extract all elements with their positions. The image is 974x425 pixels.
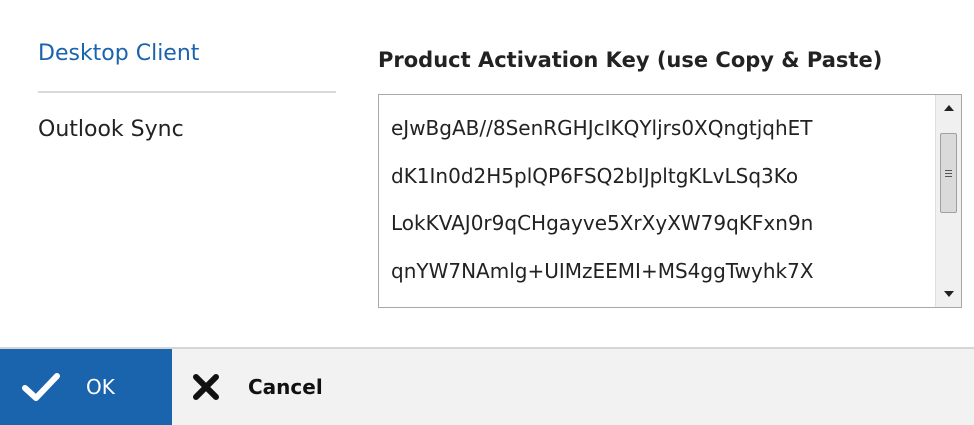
activation-key-text[interactable]: eJwBgAB//8SenRGHJcIKQYljrs0XQngtjqhET dK… bbox=[391, 105, 939, 295]
activation-dialog: Desktop Client Outlook Sync Product Acti… bbox=[0, 0, 974, 425]
ok-button[interactable]: OK bbox=[0, 349, 172, 425]
cancel-button[interactable]: Cancel bbox=[192, 349, 323, 425]
checkmark-icon bbox=[22, 373, 60, 401]
dialog-content: Desktop Client Outlook Sync Product Acti… bbox=[0, 0, 974, 347]
scroll-up-button[interactable] bbox=[936, 95, 961, 121]
vertical-scrollbar[interactable] bbox=[935, 95, 961, 307]
arrow-down-icon bbox=[943, 291, 954, 297]
key-line: qnYW7NAmlg+UIMzEEMI+MS4ggTwyhk7X bbox=[391, 258, 814, 283]
arrow-up-icon bbox=[943, 105, 954, 111]
key-line: eJwBgAB//8SenRGHJcIKQYljrs0XQngtjqhET bbox=[391, 116, 813, 140]
cancel-label: Cancel bbox=[248, 375, 323, 399]
ok-label: OK bbox=[86, 375, 115, 399]
nav-divider bbox=[38, 91, 336, 93]
nav-item-desktop-client[interactable]: Desktop Client bbox=[38, 40, 336, 91]
key-line: dK1In0d2H5plQP6FSQ2bIJpltgKLvLSq3Ko bbox=[391, 163, 799, 188]
activation-key-textarea[interactable]: eJwBgAB//8SenRGHJcIKQYljrs0XQngtjqhET dK… bbox=[378, 94, 962, 308]
scroll-thumb[interactable] bbox=[940, 133, 957, 213]
sidebar-nav: Desktop Client Outlook Sync bbox=[38, 40, 336, 144]
nav-item-outlook-sync[interactable]: Outlook Sync bbox=[38, 116, 336, 144]
grip-icon bbox=[945, 169, 952, 177]
activation-key-label: Product Activation Key (use Copy & Paste… bbox=[378, 48, 883, 72]
dialog-footer: OK Cancel bbox=[0, 347, 974, 425]
scroll-down-button[interactable] bbox=[936, 281, 961, 307]
close-x-icon bbox=[193, 374, 219, 400]
key-line: LokKVAJ0r9qCHgayve5XrXyXW79qKFxn9n bbox=[391, 211, 814, 235]
